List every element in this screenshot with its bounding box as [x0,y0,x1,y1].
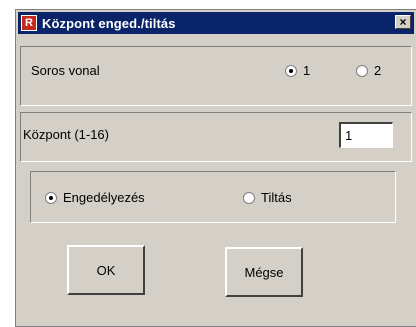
cancel-button[interactable]: Mégse [225,247,303,297]
disable-radio-label: Tiltás [261,190,292,205]
dialog-window: R Központ enged./tiltás × Soros vonal 1 … [15,9,416,327]
title-bar[interactable]: R Központ enged./tiltás × [18,12,414,34]
serial-line-radio-1[interactable]: 1 [285,63,310,78]
radio-unchecked-icon [243,191,255,204]
serial-line-label: Soros vonal [31,63,100,78]
disable-radio[interactable]: Tiltás [243,190,292,205]
center-label: Központ (1-16) [23,127,109,142]
close-button[interactable]: × [395,15,411,29]
serial-line-radio-2-label: 2 [374,63,382,78]
radio-checked-icon [285,64,297,77]
enable-radio[interactable]: Engedélyezés [45,190,145,205]
center-group: Központ (1-16) [20,112,412,162]
app-icon: R [21,15,37,31]
serial-line-radio-2[interactable]: 2 [356,63,381,78]
mode-group: Engedélyezés Tiltás [30,171,396,223]
window-title: Központ enged./tiltás [42,15,176,31]
serial-line-radio-1-label: 1 [303,63,311,78]
serial-line-group: Soros vonal 1 2 [20,46,412,106]
enable-radio-label: Engedélyezés [63,190,145,205]
ok-button[interactable]: OK [67,245,145,295]
center-number-input[interactable] [339,122,393,148]
radio-checked-icon [45,191,57,204]
radio-unchecked-icon [356,64,368,77]
